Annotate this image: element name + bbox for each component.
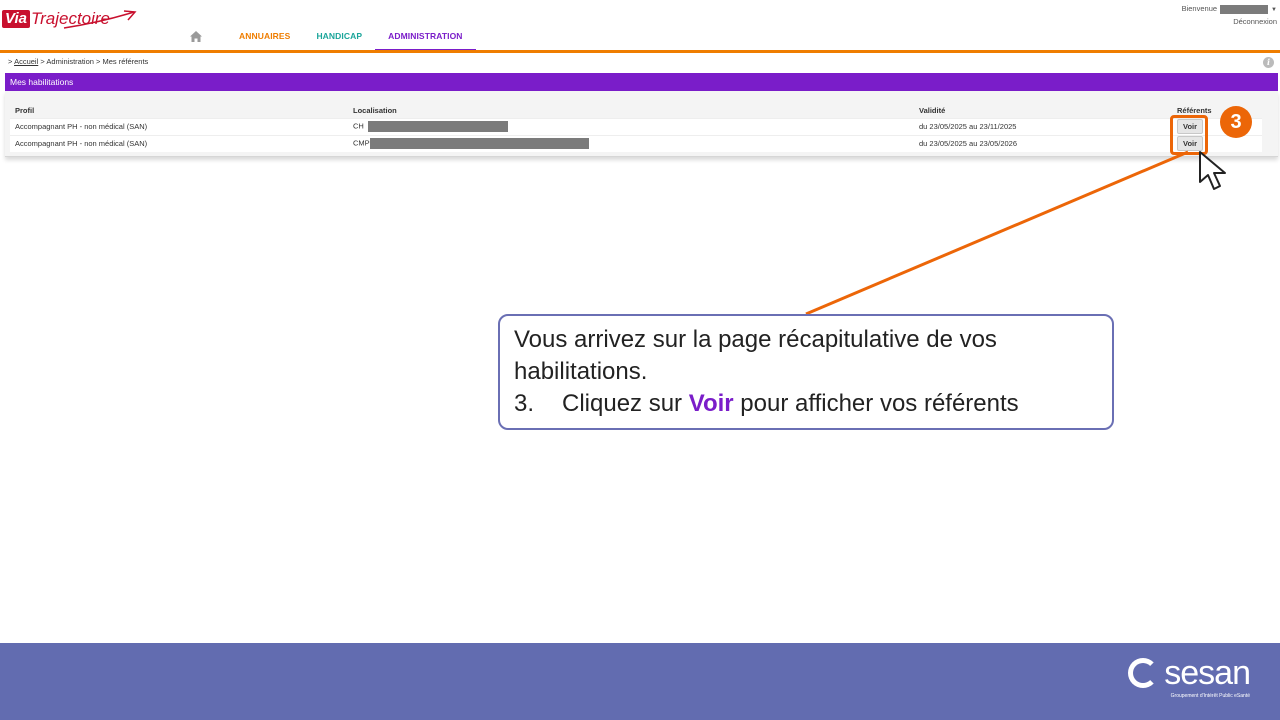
mouse-pointer-icon (1199, 151, 1226, 190)
instruction-callout: Vous arrivez sur la page récapitulative … (498, 314, 1114, 430)
sesan-c-icon (1128, 658, 1159, 688)
sesan-tagline: Groupement d'Intérêt Public eSanté (1170, 693, 1250, 699)
highlight-box (1170, 115, 1208, 155)
callout-intro: Vous arrivez sur la page récapitulative … (514, 326, 997, 385)
page: Via Trajectoire ANNUAIRES HANDICAP ADMIN… (0, 0, 1280, 720)
callout-step-text: Cliquez sur Voir pour afficher vos référ… (562, 388, 1019, 420)
callout-text-after: pour afficher vos référents (740, 390, 1019, 417)
callout-text-before: Cliquez sur (562, 390, 683, 417)
sesan-brand: sesan (1164, 654, 1251, 692)
step-badge: 3 (1220, 106, 1252, 138)
callout-step-number: 3. (514, 390, 535, 417)
footer-bar: sesan Groupement d'Intérêt Public eSanté (0, 643, 1280, 720)
sesan-logo: sesan Groupement d'Intérêt Public eSanté (1128, 654, 1251, 699)
callout-step: 3. Cliquez sur Voir pour afficher vos ré… (514, 388, 1098, 420)
sesan-wordmark: sesan (1128, 654, 1251, 692)
callout-voir-highlight: Voir (688, 390, 734, 417)
